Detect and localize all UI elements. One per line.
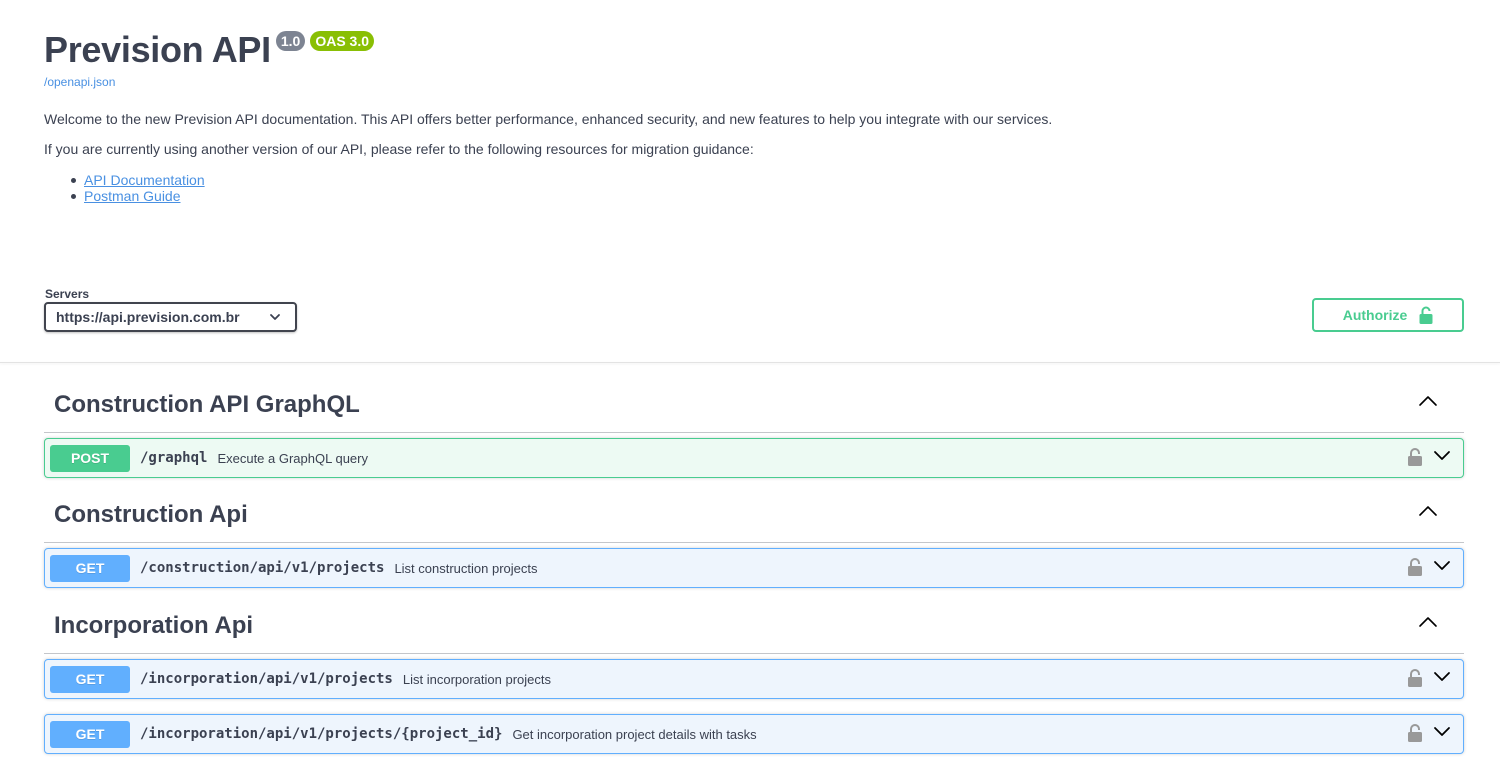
tag-title: Construction Api (54, 501, 248, 528)
api-description: Welcome to the new Prevision API documen… (44, 110, 1144, 204)
authorize-label: Authorize (1342, 307, 1408, 323)
method-badge: POST (50, 444, 130, 472)
chevron-up-icon[interactable] (1418, 391, 1438, 411)
chevron-down-icon (270, 314, 280, 320)
authorize-button[interactable]: Authorize (1312, 298, 1464, 332)
title-row: Prevision API 1.0 OAS 3.0 (44, 28, 1144, 72)
api-info: Prevision API 1.0 OAS 3.0 /openapi.json … (44, 28, 1144, 204)
chevron-down-icon[interactable] (1433, 670, 1451, 684)
operation-path: /construction/api/v1/projects (140, 560, 385, 576)
tag-incorporation-api[interactable]: Incorporation Api (44, 596, 1464, 654)
list-item: API Documentation (71, 172, 1144, 188)
api-documentation-link[interactable]: API Documentation (84, 172, 205, 188)
operation-summary: List construction projects (394, 560, 538, 576)
operation-path: /incorporation/api/v1/projects (140, 671, 393, 687)
operation-get-incorporation-project-details[interactable]: GET /incorporation/api/v1/projects/{proj… (44, 714, 1464, 754)
method-badge: GET (50, 665, 130, 693)
section-divider (0, 362, 1500, 363)
method-badge: GET (50, 554, 130, 582)
operation-path: /graphql (140, 450, 208, 466)
operation-path: /incorporation/api/v1/projects/{project_… (140, 726, 503, 742)
lock-icon[interactable] (1407, 557, 1423, 577)
chevron-down-icon[interactable] (1433, 559, 1451, 573)
method-badge: GET (50, 720, 130, 748)
tag-title: Incorporation Api (54, 612, 254, 639)
operation-post-graphql[interactable]: POST /graphql Execute a GraphQL query (44, 438, 1464, 478)
tag-construction-api-graphql[interactable]: Construction API GraphQL (44, 375, 1464, 433)
version-badge: 1.0 (275, 31, 306, 51)
openapi-json-link[interactable]: /openapi.json (44, 74, 1144, 90)
operation-get-construction-projects[interactable]: GET /construction/api/v1/projects List c… (44, 548, 1464, 588)
operation-summary: Get incorporation project details with t… (512, 726, 757, 742)
page-title: Prevision API (44, 29, 271, 70)
description-paragraph-2: If you are currently using another versi… (44, 141, 754, 157)
operation-get-incorporation-projects[interactable]: GET /incorporation/api/v1/projects List … (44, 659, 1464, 699)
tag-title: Construction API GraphQL (54, 391, 360, 418)
chevron-down-icon[interactable] (1433, 449, 1451, 463)
chevron-down-icon[interactable] (1433, 725, 1451, 739)
lock-icon[interactable] (1407, 668, 1423, 688)
servers-label: Servers (45, 287, 90, 301)
server-select-value: https://api.prevision.com.br (56, 309, 240, 325)
unlock-icon (1419, 306, 1433, 324)
migration-links: API Documentation Postman Guide (44, 172, 1144, 204)
list-item: Postman Guide (71, 188, 1144, 204)
lock-icon[interactable] (1407, 447, 1423, 467)
oas-badge: OAS 3.0 (310, 31, 375, 51)
lock-icon[interactable] (1407, 723, 1423, 743)
chevron-up-icon[interactable] (1418, 501, 1438, 521)
postman-guide-link[interactable]: Postman Guide (84, 188, 181, 204)
tag-construction-api[interactable]: Construction Api (44, 485, 1464, 543)
operation-summary: List incorporation projects (402, 671, 552, 687)
operation-summary: Execute a GraphQL query (217, 450, 368, 466)
chevron-up-icon[interactable] (1418, 612, 1438, 632)
server-select[interactable]: https://api.prevision.com.br (44, 302, 297, 332)
description-paragraph-1: Welcome to the new Prevision API documen… (44, 111, 1053, 127)
